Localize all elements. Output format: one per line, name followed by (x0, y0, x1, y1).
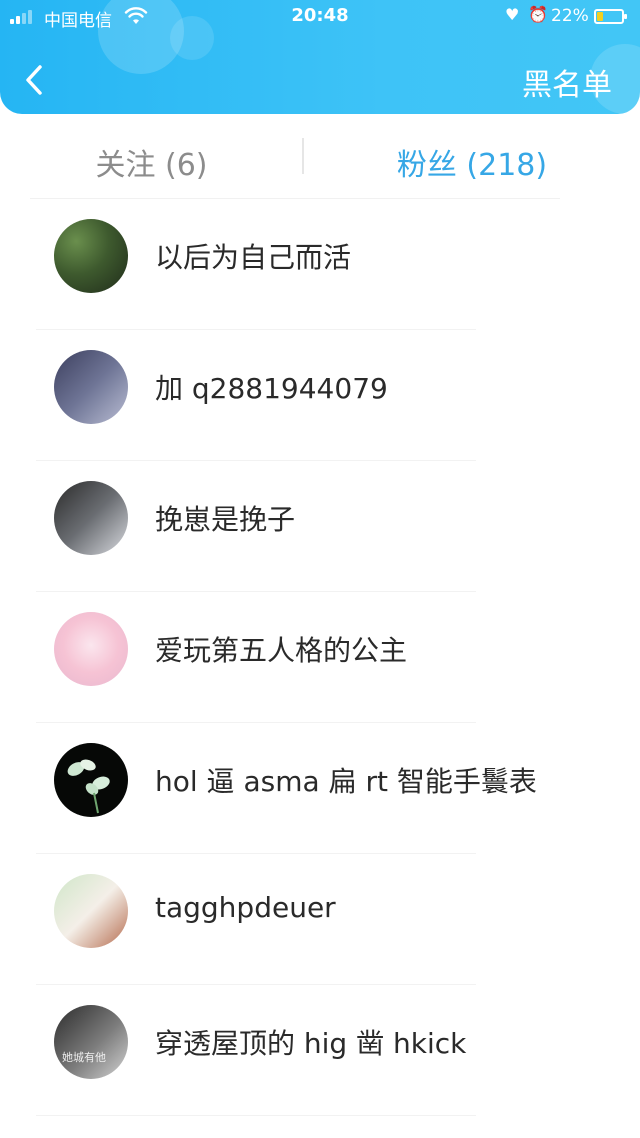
user-name: 爱玩第五人格的公主 (155, 634, 408, 667)
user-name: 穿透屋顶的 hig 凿 hkick (155, 1027, 467, 1060)
list-item[interactable]: 以后为自己而活 (0, 200, 640, 331)
blacklist-button[interactable]: 黑名单 (522, 60, 612, 104)
avatar[interactable] (54, 481, 128, 555)
list-item[interactable]: 爱玩第五人格的公主 (0, 593, 640, 724)
list-item[interactable]: 她城有他 穿透屋顶的 hig 凿 hkick (0, 986, 640, 1117)
divider (36, 722, 476, 723)
avatar[interactable]: 她城有他 (54, 1005, 128, 1079)
tab-following[interactable]: 关注 (6) (0, 140, 303, 184)
flower-image (67, 759, 110, 814)
avatar[interactable] (54, 874, 128, 948)
user-name: tagghpdeuer (155, 891, 336, 924)
divider (36, 329, 476, 330)
alarm-clock-icon: ⏰ (528, 5, 548, 24)
divider (36, 984, 476, 985)
battery-level-fill (597, 12, 603, 21)
avatar[interactable] (54, 219, 128, 293)
battery-icon (594, 9, 627, 24)
avatar[interactable] (54, 743, 128, 817)
user-name: 加 q2881944079 (155, 372, 388, 405)
list-item[interactable]: 加 q2881944079 (0, 331, 640, 462)
divider (36, 1115, 476, 1116)
avatar[interactable] (54, 612, 128, 686)
divider (36, 853, 476, 854)
app-header: 中国电信 20:48 ♥ ⏰ 22% 黑名单 (0, 0, 640, 114)
battery-percent: 22% (551, 6, 589, 26)
list-item[interactable]: tagghpdeuer (0, 855, 640, 986)
follow-tabs: 关注 (6) 粉丝 (218) (0, 114, 640, 200)
tabs-divider (30, 198, 560, 199)
divider (36, 460, 476, 461)
user-name: hol 逼 asma 扁 rt 智能手鬟表 (155, 765, 537, 798)
tab-followers[interactable]: 粉丝 (218) (304, 140, 640, 184)
list-item[interactable]: hol 逼 asma 扁 rt 智能手鬟表 (0, 724, 640, 855)
avatar[interactable] (54, 350, 128, 424)
status-bar: 中国电信 20:48 ♥ ⏰ 22% (0, 0, 640, 34)
heart-icon: ♥ (505, 5, 520, 24)
back-chevron-icon[interactable] (20, 62, 50, 98)
user-name: 挽崽是挽子 (155, 503, 296, 536)
avatar-caption: 她城有他 (62, 1051, 106, 1064)
list-item[interactable]: 挽崽是挽子 (0, 462, 640, 593)
user-name: 以后为自己而活 (155, 241, 352, 274)
divider (36, 591, 476, 592)
